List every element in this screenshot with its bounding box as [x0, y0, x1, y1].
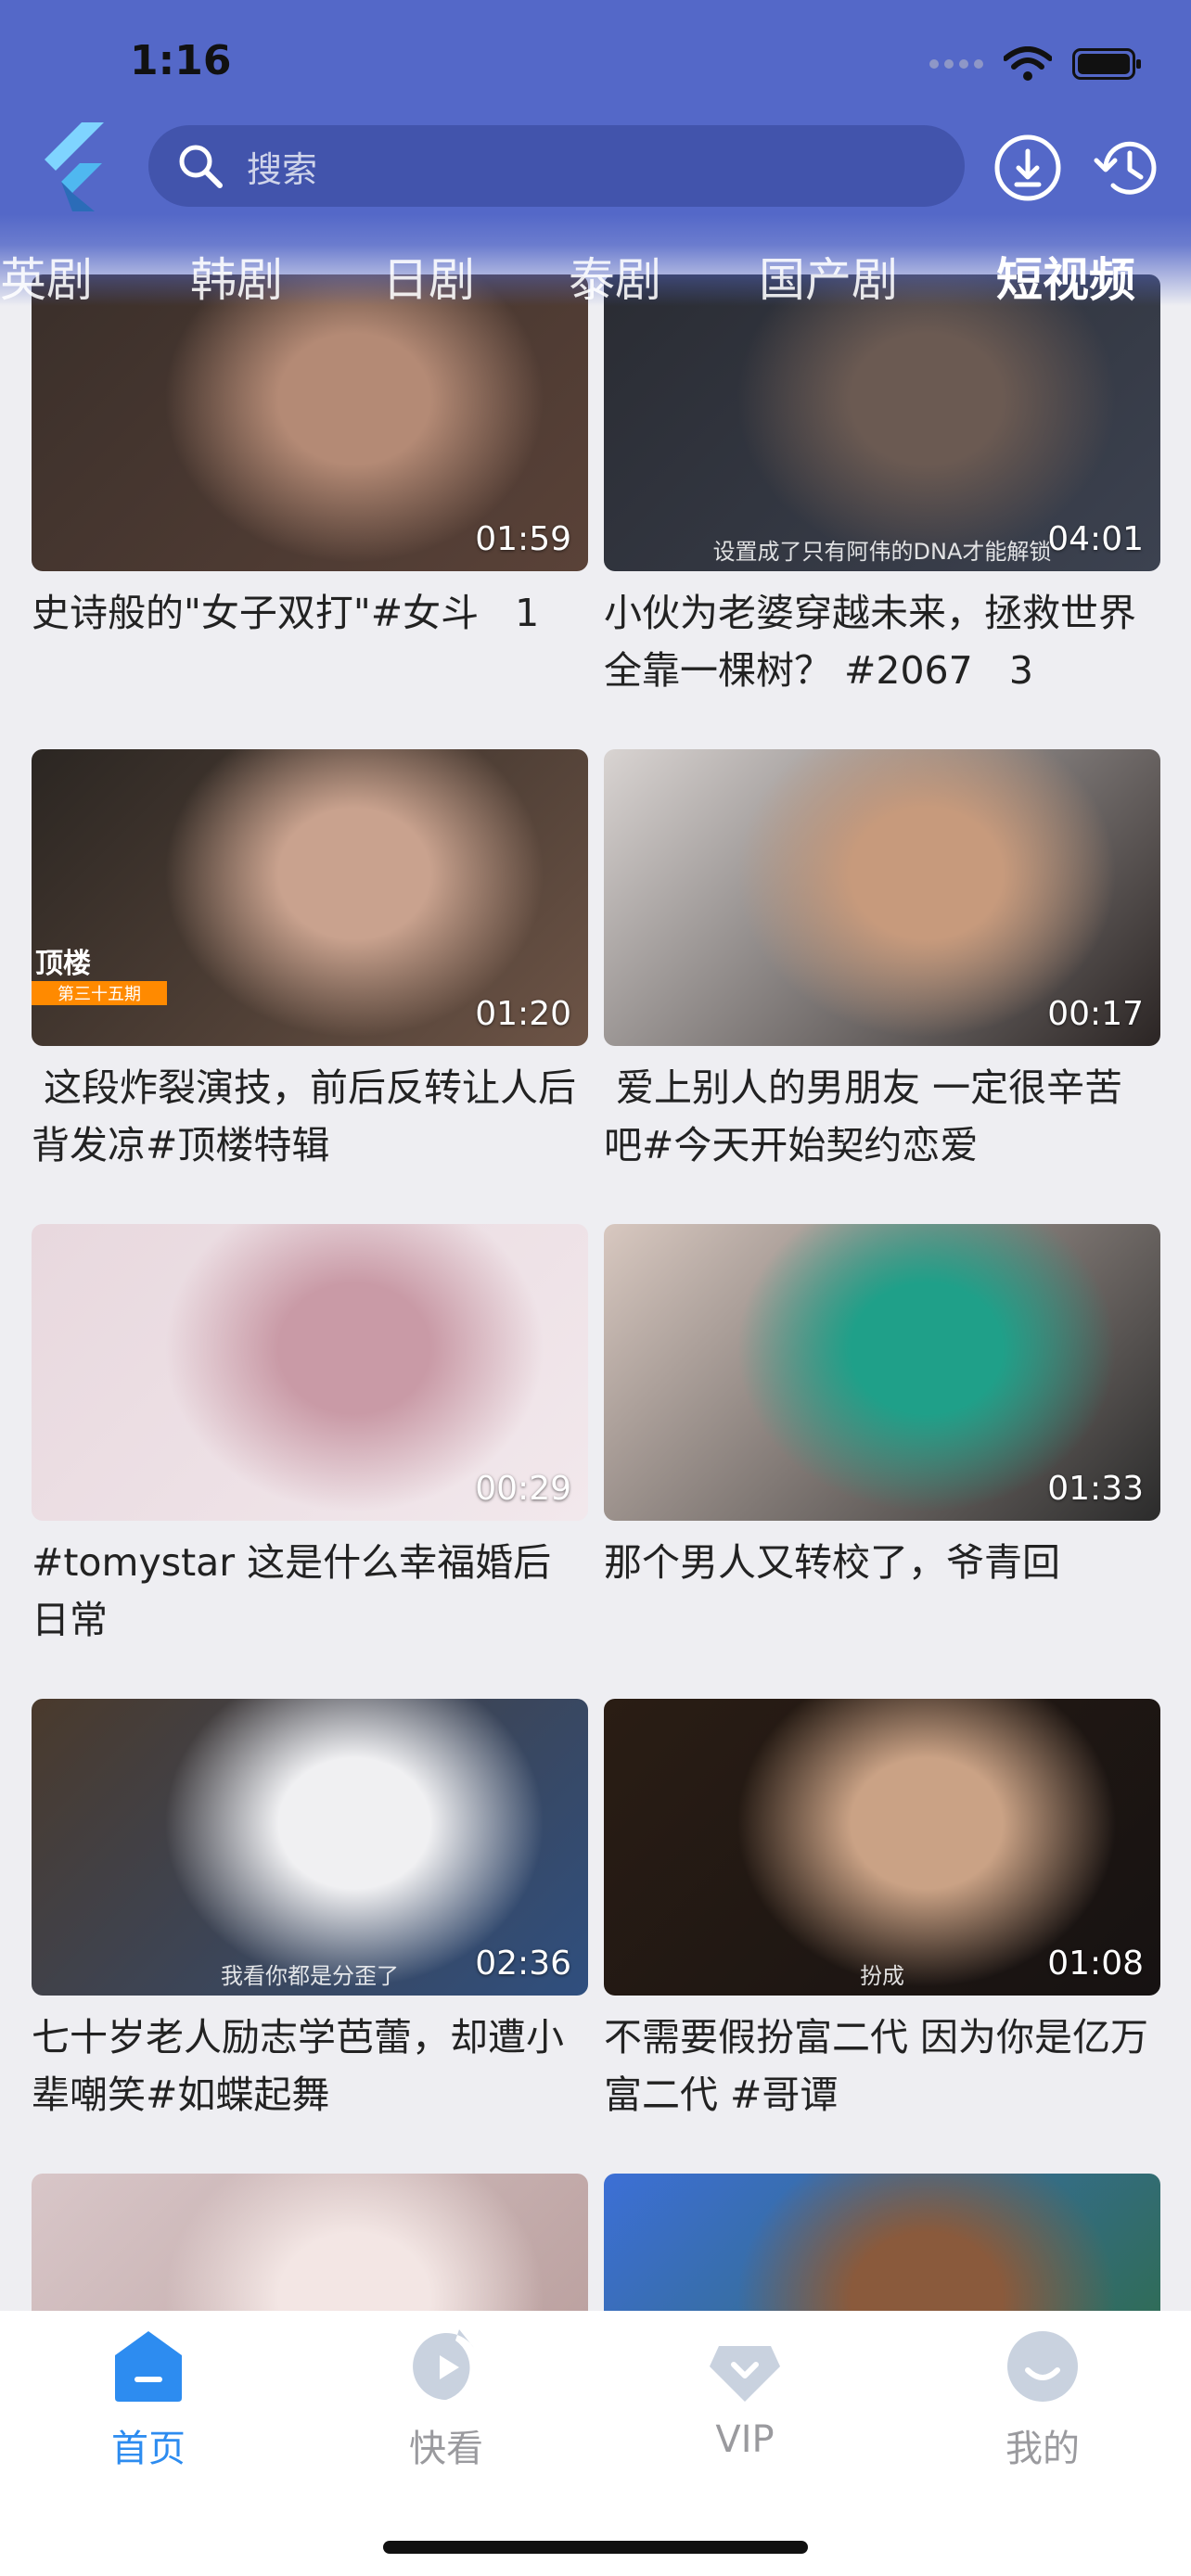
- nav-profile[interactable]: 我的: [950, 2327, 1135, 2472]
- video-thumbnail[interactable]: 01:59: [32, 274, 588, 571]
- video-duration: 01:33: [1047, 1470, 1144, 1508]
- app-header: 1:16 搜索 英剧 韩剧 日剧 泰剧 国产剧 短视频: [0, 0, 1191, 307]
- video-card[interactable]: 设置成了只有阿伟的DNA才能解锁 04:01 小伙为老婆穿越未来，拯救世界全靠一棵树…: [604, 274, 1160, 699]
- video-title[interactable]: 七十岁老人励志学芭蕾，却遭小辈嘲笑#如蝶起舞: [32, 2009, 588, 2123]
- wifi-icon: [1004, 46, 1052, 81]
- home-icon: [115, 2331, 182, 2402]
- show-badge-episode: 第三十五期: [32, 981, 167, 1005]
- video-title[interactable]: 爱上别人的男朋友 一定很辛苦吧#今天开始契约恋爱: [604, 1059, 1160, 1174]
- video-thumbnail[interactable]: 我看你都是分歪了 02:36: [32, 1699, 588, 1996]
- tab-british-drama[interactable]: 英剧: [0, 243, 93, 310]
- download-icon[interactable]: [992, 133, 1063, 203]
- video-thumbnail[interactable]: 00:17: [604, 749, 1160, 1046]
- vip-icon: [710, 2346, 780, 2402]
- category-tabs: 英剧 韩剧 日剧 泰剧 国产剧 短视频: [0, 243, 1191, 317]
- video-title[interactable]: 史诗般的"女子双打"#女斗 1: [32, 584, 588, 699]
- status-icons: [929, 46, 1141, 82]
- bottom-nav: 首页 快看 VIP 我的: [0, 2311, 1191, 2576]
- video-card[interactable]: 扮成 01:08 不需要假扮富二代 因为你是亿万富二代 #哥谭: [604, 1699, 1160, 2123]
- video-duration: 01:08: [1047, 1945, 1144, 1983]
- video-title[interactable]: 小伙为老婆穿越未来，拯救世界全靠一棵树？ #2067 3: [604, 584, 1160, 699]
- status-time: 1:16: [130, 37, 232, 84]
- video-title[interactable]: #tomystar 这是什么幸福婚后日常: [32, 1534, 588, 1649]
- video-duration: 02:36: [475, 1945, 571, 1983]
- show-badge: 顶楼 第三十五期: [32, 940, 167, 1005]
- nav-home[interactable]: 首页: [56, 2327, 241, 2472]
- video-title[interactable]: 那个男人又转校了，爷青回: [604, 1534, 1160, 1649]
- history-icon[interactable]: [1093, 133, 1163, 203]
- search-icon: [179, 145, 223, 188]
- video-card[interactable]: 顶楼 第三十五期 01:20 这段炸裂演技，前后反转让人后背发凉#顶楼特辑: [32, 749, 588, 1174]
- home-indicator: [383, 2541, 808, 2554]
- search-bar[interactable]: 搜索: [148, 125, 965, 207]
- signal-icon: [929, 59, 983, 69]
- video-duration: 00:29: [475, 1470, 571, 1508]
- play-icon: [413, 2329, 474, 2400]
- nav-label-quick-watch: 快看: [409, 2428, 483, 2470]
- video-duration: 00:17: [1047, 995, 1144, 1033]
- video-duration: 01:59: [475, 520, 571, 558]
- tab-korean-drama[interactable]: 韩剧: [190, 243, 283, 310]
- nav-quick-watch[interactable]: 快看: [353, 2327, 539, 2472]
- nav-vip[interactable]: VIP: [652, 2327, 838, 2461]
- tab-thai-drama[interactable]: 泰剧: [569, 243, 661, 310]
- video-thumbnail[interactable]: 扮成 01:08: [604, 1699, 1160, 1996]
- video-duration: 04:01: [1047, 520, 1144, 558]
- video-title[interactable]: 这段炸裂演技，前后反转让人后背发凉#顶楼特辑: [32, 1059, 588, 1174]
- video-duration: 01:20: [475, 995, 571, 1033]
- flutter-logo-icon: [45, 122, 104, 211]
- video-thumbnail[interactable]: 00:29: [32, 1224, 588, 1521]
- tab-japanese-drama[interactable]: 日剧: [382, 243, 475, 310]
- video-thumbnail[interactable]: 顶楼 第三十五期 01:20: [32, 749, 588, 1046]
- search-placeholder: 搜索: [247, 148, 318, 190]
- video-thumbnail[interactable]: 01:33: [604, 1224, 1160, 1521]
- video-card[interactable]: 00:29 #tomystar 这是什么幸福婚后日常: [32, 1224, 588, 1649]
- nav-label-profile: 我的: [1005, 2428, 1080, 2470]
- profile-icon: [1007, 2331, 1078, 2402]
- video-card[interactable]: 01:59 史诗般的"女子双打"#女斗 1: [32, 274, 588, 699]
- video-card[interactable]: 00:17 爱上别人的男朋友 一定很辛苦吧#今天开始契约恋爱: [604, 749, 1160, 1174]
- video-title[interactable]: 不需要假扮富二代 因为你是亿万富二代 #哥谭: [604, 2009, 1160, 2123]
- tab-short-video[interactable]: 短视频: [996, 243, 1135, 310]
- video-card[interactable]: 我看你都是分歪了 02:36 七十岁老人励志学芭蕾，却遭小辈嘲笑#如蝶起舞: [32, 1699, 588, 2123]
- video-thumbnail[interactable]: 设置成了只有阿伟的DNA才能解锁 04:01: [604, 274, 1160, 571]
- tab-chinese-drama[interactable]: 国产剧: [759, 243, 898, 310]
- nav-label-vip: VIP: [715, 2418, 775, 2461]
- video-card[interactable]: 01:33 那个男人又转校了，爷青回: [604, 1224, 1160, 1649]
- battery-icon: [1072, 48, 1141, 80]
- nav-label-home: 首页: [111, 2428, 186, 2470]
- show-badge-title: 顶楼: [35, 948, 91, 980]
- video-grid: 01:59 史诗般的"女子双打"#女斗 1 设置成了只有阿伟的DNA才能解锁 04:0…: [0, 0, 1191, 2576]
